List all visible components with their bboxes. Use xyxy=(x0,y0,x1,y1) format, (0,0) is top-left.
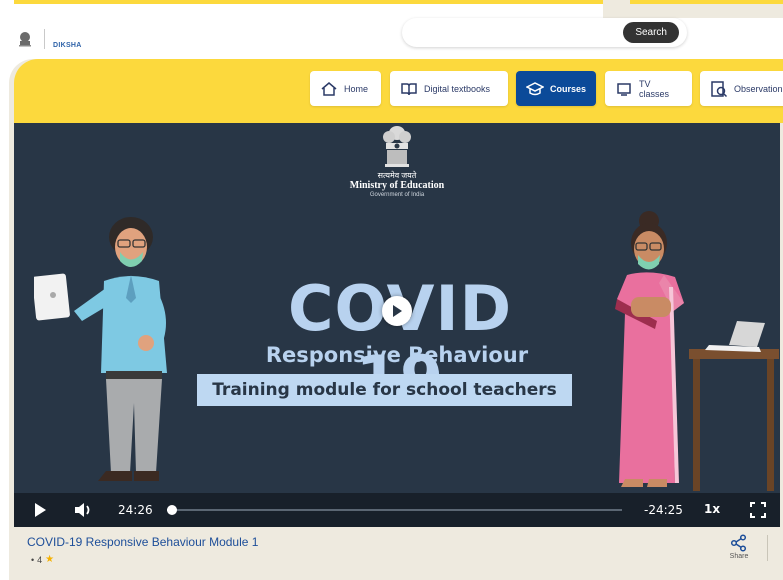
nav-courses[interactable]: Courses xyxy=(516,71,596,106)
video-controls-bar: 24:26 -24:25 1x xyxy=(14,493,780,527)
nav-courses-label: Courses xyxy=(550,83,587,94)
video-player[interactable]: सत्यमेव जयते Ministry of Education Gover… xyxy=(14,123,780,527)
play-icon xyxy=(393,305,402,317)
fullscreen-icon[interactable] xyxy=(750,502,766,518)
main-card: Home Digital textbooks Courses TV classe… xyxy=(9,59,783,580)
progress-handle[interactable] xyxy=(166,505,177,515)
play-icon[interactable] xyxy=(32,502,48,518)
top-yellow-strip xyxy=(14,0,603,4)
government-text: Government of India xyxy=(369,192,425,198)
logo-divider xyxy=(44,29,45,49)
nav-tv-classes-label: TV classes xyxy=(639,78,670,99)
share-label: Share xyxy=(729,553,749,560)
diksha-logo-text: DIKSHA xyxy=(53,41,82,49)
emblem-icon xyxy=(14,28,36,50)
current-time: 24:26 xyxy=(118,503,153,517)
home-icon xyxy=(320,80,338,98)
share-button[interactable]: Share xyxy=(727,534,751,560)
top-right-yellow-strip xyxy=(630,0,783,4)
remaining-time: -24:25 xyxy=(644,503,683,517)
nav-observation-label: Observation xyxy=(734,83,783,94)
responsive-behaviour-subtitle: Responsive Behaviour xyxy=(265,343,529,367)
rating-value: 4 xyxy=(37,554,43,565)
observation-icon xyxy=(710,80,728,98)
content-meta: • 4 ★ xyxy=(31,554,54,565)
nav-observation[interactable]: Observation xyxy=(700,71,783,106)
search-input[interactable] xyxy=(416,23,616,42)
national-emblem-icon xyxy=(379,123,415,167)
page: DIKSHA Search Home Digital textbooks Cou… xyxy=(0,0,783,580)
share-icon xyxy=(730,534,747,552)
playback-speed-button[interactable]: 1x xyxy=(704,502,720,516)
book-icon xyxy=(400,80,418,98)
center-play-button[interactable] xyxy=(382,296,412,326)
nav-digital-textbooks[interactable]: Digital textbooks xyxy=(390,71,508,106)
search-bar: Search xyxy=(402,18,687,47)
nav-home[interactable]: Home xyxy=(310,71,381,106)
star-icon: ★ xyxy=(45,554,55,565)
ministry-text: Ministry of Education xyxy=(349,180,445,191)
progress-bar[interactable] xyxy=(166,505,622,515)
tv-icon xyxy=(615,80,633,98)
content-title[interactable]: COVID-19 Responsive Behaviour Module 1 xyxy=(27,535,258,549)
nav-home-label: Home xyxy=(344,83,369,94)
nav-band: Home Digital textbooks Courses TV classe… xyxy=(14,59,783,123)
volume-icon[interactable] xyxy=(74,501,94,519)
search-button[interactable]: Search xyxy=(623,22,679,43)
nav-digital-textbooks-label: Digital textbooks xyxy=(424,83,491,94)
logo-area[interactable]: DIKSHA xyxy=(14,24,82,54)
share-divider xyxy=(767,535,768,561)
graduation-cap-icon xyxy=(526,80,544,98)
nav-tv-classes[interactable]: TV classes xyxy=(605,71,692,106)
training-module-banner: Training module for school teachers xyxy=(197,374,572,406)
meta-bullet: • xyxy=(31,554,35,565)
